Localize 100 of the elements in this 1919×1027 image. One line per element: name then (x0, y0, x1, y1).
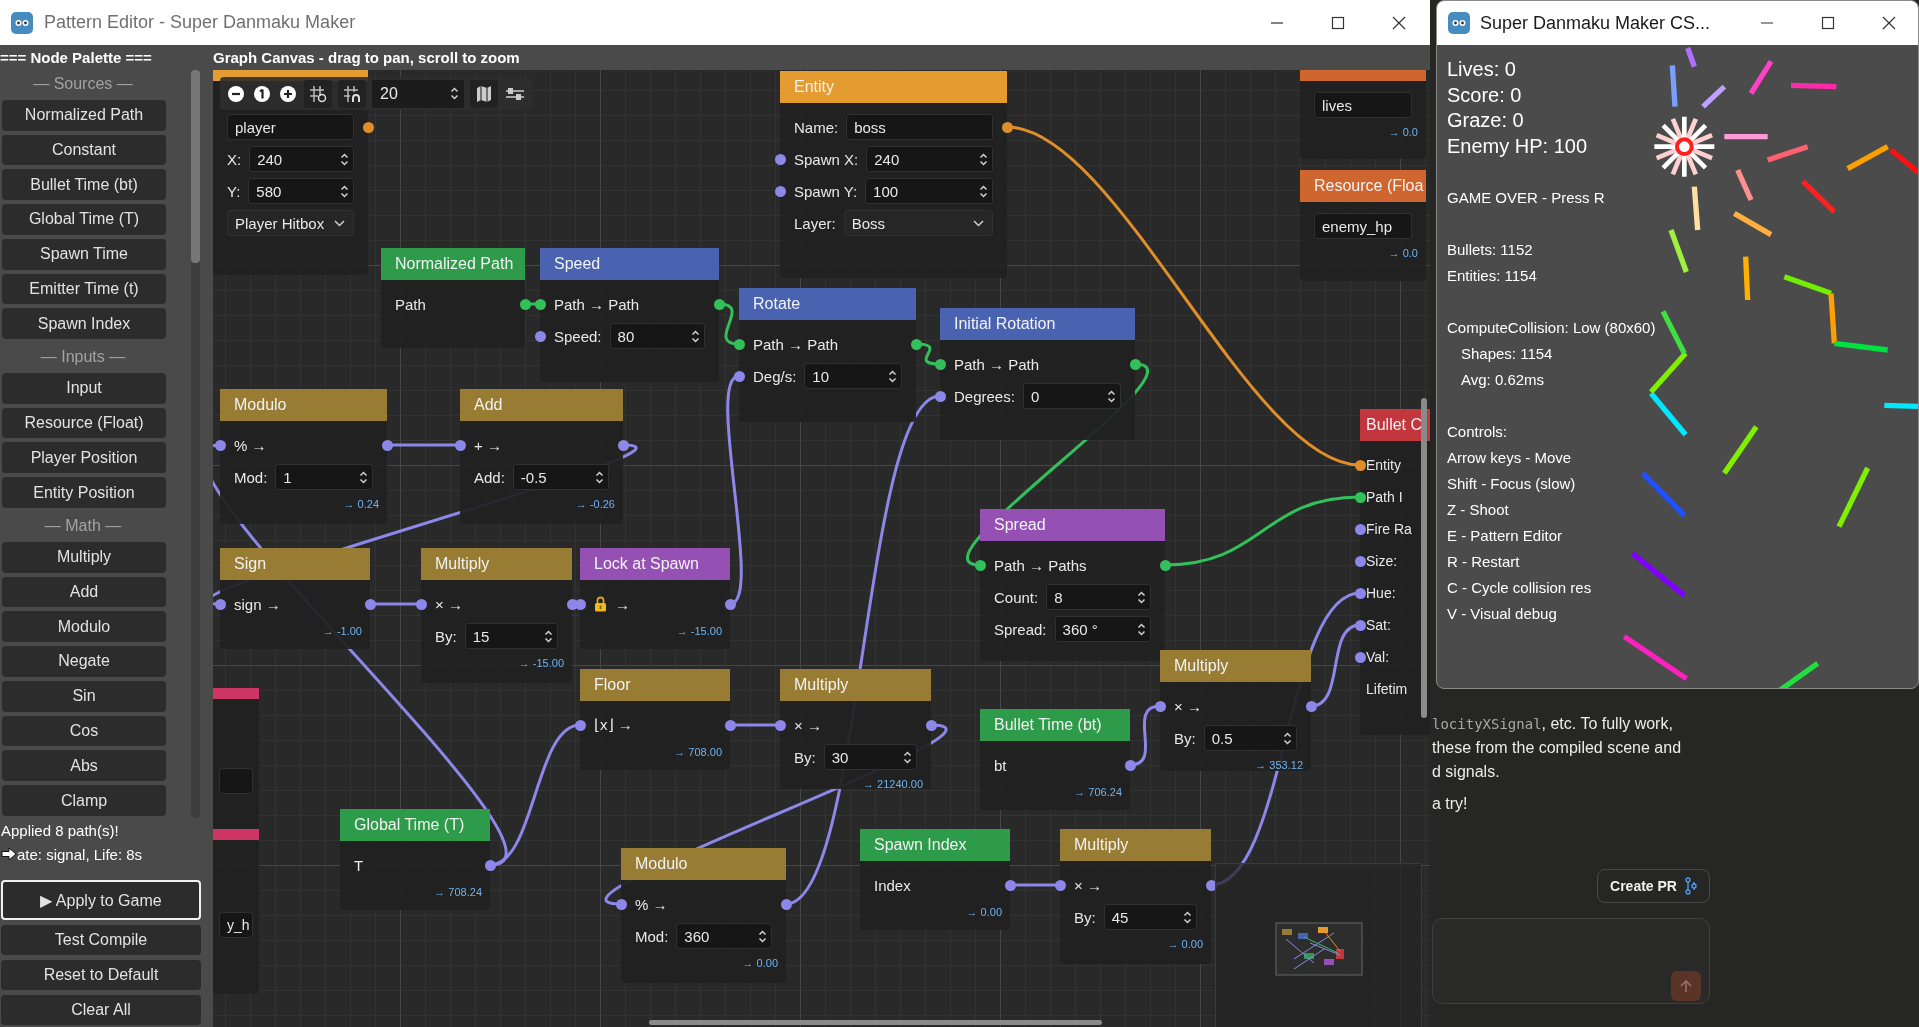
node-header[interactable]: Multiply (780, 669, 931, 701)
text-field[interactable]: player (227, 114, 354, 140)
palette-button[interactable]: Resource (Float) (2, 407, 166, 439)
palette-button[interactable]: Sin (2, 680, 166, 712)
number-field[interactable]: 360 (676, 923, 772, 949)
number-field[interactable]: 8 (1046, 584, 1151, 610)
output-port[interactable] (1124, 759, 1136, 771)
node-card[interactable] (213, 688, 259, 829)
spin-icon[interactable] (359, 469, 368, 485)
node-card[interactable]: lives → 0.0 (1300, 70, 1426, 159)
text-field[interactable]: enemy_hp (1314, 213, 1412, 239)
input-port[interactable] (1354, 651, 1366, 663)
maximize-icon[interactable] (1821, 16, 1835, 30)
palette-button[interactable]: Constant (2, 134, 166, 166)
output-port[interactable] (1001, 121, 1013, 133)
palette-button[interactable]: Add (2, 576, 166, 608)
number-field[interactable]: 100 (865, 178, 993, 204)
node-card[interactable]: Modulo % → Mod: 1 → 0.24 (220, 389, 387, 524)
spin-icon[interactable] (340, 151, 349, 167)
node-card[interactable]: Initial Rotation Path → Path Degrees: 0 (940, 308, 1135, 440)
output-port[interactable] (724, 719, 736, 731)
number-field[interactable]: 30 (823, 744, 917, 770)
input-port[interactable] (534, 330, 546, 342)
spin-icon[interactable] (1183, 909, 1192, 925)
spin-icon[interactable] (1107, 388, 1116, 404)
node-header[interactable]: Initial Rotation (940, 308, 1135, 340)
palette-button[interactable]: Multiply (2, 541, 166, 573)
output-port[interactable] (1129, 358, 1141, 370)
node-header[interactable]: Modulo (621, 848, 786, 880)
action-button[interactable]: ▶ Apply to Game (1, 880, 201, 920)
input-port[interactable] (934, 358, 946, 370)
output-port[interactable] (724, 598, 736, 610)
palette-button[interactable]: Abs (2, 750, 166, 782)
action-button[interactable]: Reset to Default (1, 960, 201, 990)
minimap-toggle-button[interactable] (470, 79, 498, 108)
spin-icon[interactable] (1137, 589, 1146, 605)
input-port[interactable] (1354, 587, 1366, 599)
spin-icon[interactable] (903, 749, 912, 765)
output-port[interactable] (364, 598, 376, 610)
text-field[interactable]: boss (846, 114, 993, 140)
output-port[interactable] (1159, 559, 1171, 571)
spin-icon[interactable] (544, 628, 553, 644)
output-port[interactable] (566, 598, 578, 610)
snap-field[interactable]: 20 (372, 79, 464, 108)
node-header[interactable]: Modulo (220, 389, 387, 421)
node-card[interactable]: Multiply × → By: 0.5 → 353.12 (1160, 650, 1311, 771)
node-header[interactable] (213, 829, 259, 840)
output-port[interactable] (910, 338, 922, 350)
number-field[interactable]: 240 (866, 146, 993, 172)
close-icon[interactable] (1882, 16, 1896, 30)
spin-icon[interactable] (888, 368, 897, 384)
input-port[interactable] (214, 439, 226, 451)
input-port[interactable] (774, 719, 786, 731)
number-field[interactable]: 580 (248, 178, 354, 204)
palette-button[interactable]: Input (2, 372, 166, 404)
scrollbar-thumb[interactable] (191, 70, 200, 263)
node-card[interactable]: Normalized Path Path (381, 248, 525, 348)
text-field[interactable] (219, 768, 253, 794)
node-card[interactable]: Multiply × → By: 30 → 21240.00 (780, 669, 931, 789)
spin-icon[interactable] (450, 86, 459, 101)
spin-icon[interactable] (979, 151, 988, 167)
palette-button[interactable]: Emitter Time (t) (2, 273, 166, 305)
number-field[interactable]: -0.5 (512, 464, 609, 490)
node-card[interactable]: Entity Name: boss Spawn X: 240 Spawn Y: 100 Layer: Boss (780, 71, 1007, 278)
node-header[interactable]: Sign (220, 548, 370, 580)
create-pr-button[interactable]: Create PR (1597, 869, 1710, 903)
output-port[interactable] (484, 859, 496, 871)
node-header[interactable]: Rotate (739, 288, 916, 320)
node-card[interactable]: Sign sign → → -1.00 (220, 548, 370, 649)
input-port[interactable] (934, 390, 946, 402)
palette-button[interactable]: Clamp (2, 785, 166, 816)
dropdown[interactable]: Boss (843, 210, 993, 236)
scrollbar[interactable] (191, 70, 200, 818)
spin-icon[interactable] (691, 328, 700, 344)
output-port[interactable] (780, 898, 792, 910)
close-icon[interactable] (1392, 15, 1406, 30)
input-port[interactable] (774, 153, 786, 165)
zoom-in-icon[interactable] (278, 83, 298, 104)
spin-icon[interactable] (1137, 621, 1146, 637)
input-port[interactable] (733, 370, 745, 382)
input-port[interactable] (974, 559, 986, 571)
spin-icon[interactable] (1283, 730, 1292, 746)
spin-icon[interactable] (340, 183, 349, 199)
palette-button[interactable]: Global Time (T) (2, 204, 166, 235)
input-port[interactable] (1354, 523, 1366, 535)
input-port[interactable] (615, 898, 627, 910)
palette-button[interactable]: Negate (2, 646, 166, 677)
number-field[interactable]: 1 (275, 464, 373, 490)
spin-icon[interactable] (979, 183, 988, 199)
node-card[interactable]: Spread Path → Paths Count: 8 Spread: 360 ° (980, 509, 1165, 661)
output-port[interactable] (519, 298, 531, 310)
node-card[interactable]: Spawn Index Index → 0.00 (860, 829, 1010, 930)
number-field[interactable]: 0.5 (1203, 725, 1297, 751)
input-port[interactable] (1354, 555, 1366, 567)
input-port[interactable] (733, 338, 745, 350)
node-card[interactable]: Rotate Path → Path Deg/s: 10 (739, 288, 916, 422)
palette-button[interactable]: Spawn Time (2, 238, 166, 270)
send-button[interactable] (1671, 971, 1701, 1001)
text-field[interactable]: lives (1314, 92, 1412, 118)
node-card[interactable]: Multiply × → By: 15 → -15.00 (421, 548, 572, 683)
